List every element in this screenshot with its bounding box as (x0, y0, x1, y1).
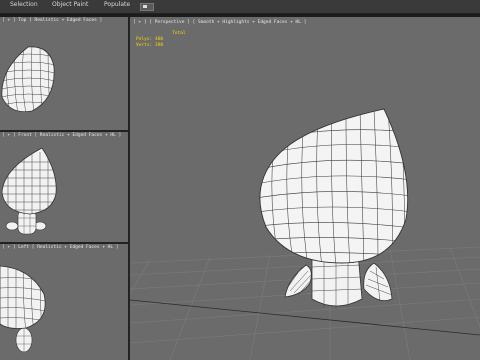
viewport-perspective[interactable]: [ + ] [ Perspective ] [ Smooth + Highlig… (130, 17, 480, 360)
viewport-front-mesh (1, 147, 57, 235)
menu-populate[interactable]: Populate (104, 1, 130, 8)
viewport-left[interactable]: [ + ] Left [ Realistic + Edged Faces + H… (0, 244, 128, 360)
viewport-top-mesh (1, 46, 55, 113)
viewport-left-mesh (0, 265, 46, 353)
menu-bar: Selection Object Paint Populate (0, 0, 480, 14)
menu-selection[interactable]: Selection (10, 1, 38, 8)
ribbon-toggle-icon[interactable] (140, 3, 154, 11)
perspective-scene (130, 108, 480, 360)
viewport-top[interactable]: [ + ] Top [ Realistic + Edged Faces ] (0, 17, 128, 130)
viewport-front[interactable]: [ + ] Front [ Realistic + Edged Faces + … (0, 132, 128, 242)
ground-grid (130, 246, 480, 360)
menu-object-paint[interactable]: Object Paint (52, 1, 88, 8)
